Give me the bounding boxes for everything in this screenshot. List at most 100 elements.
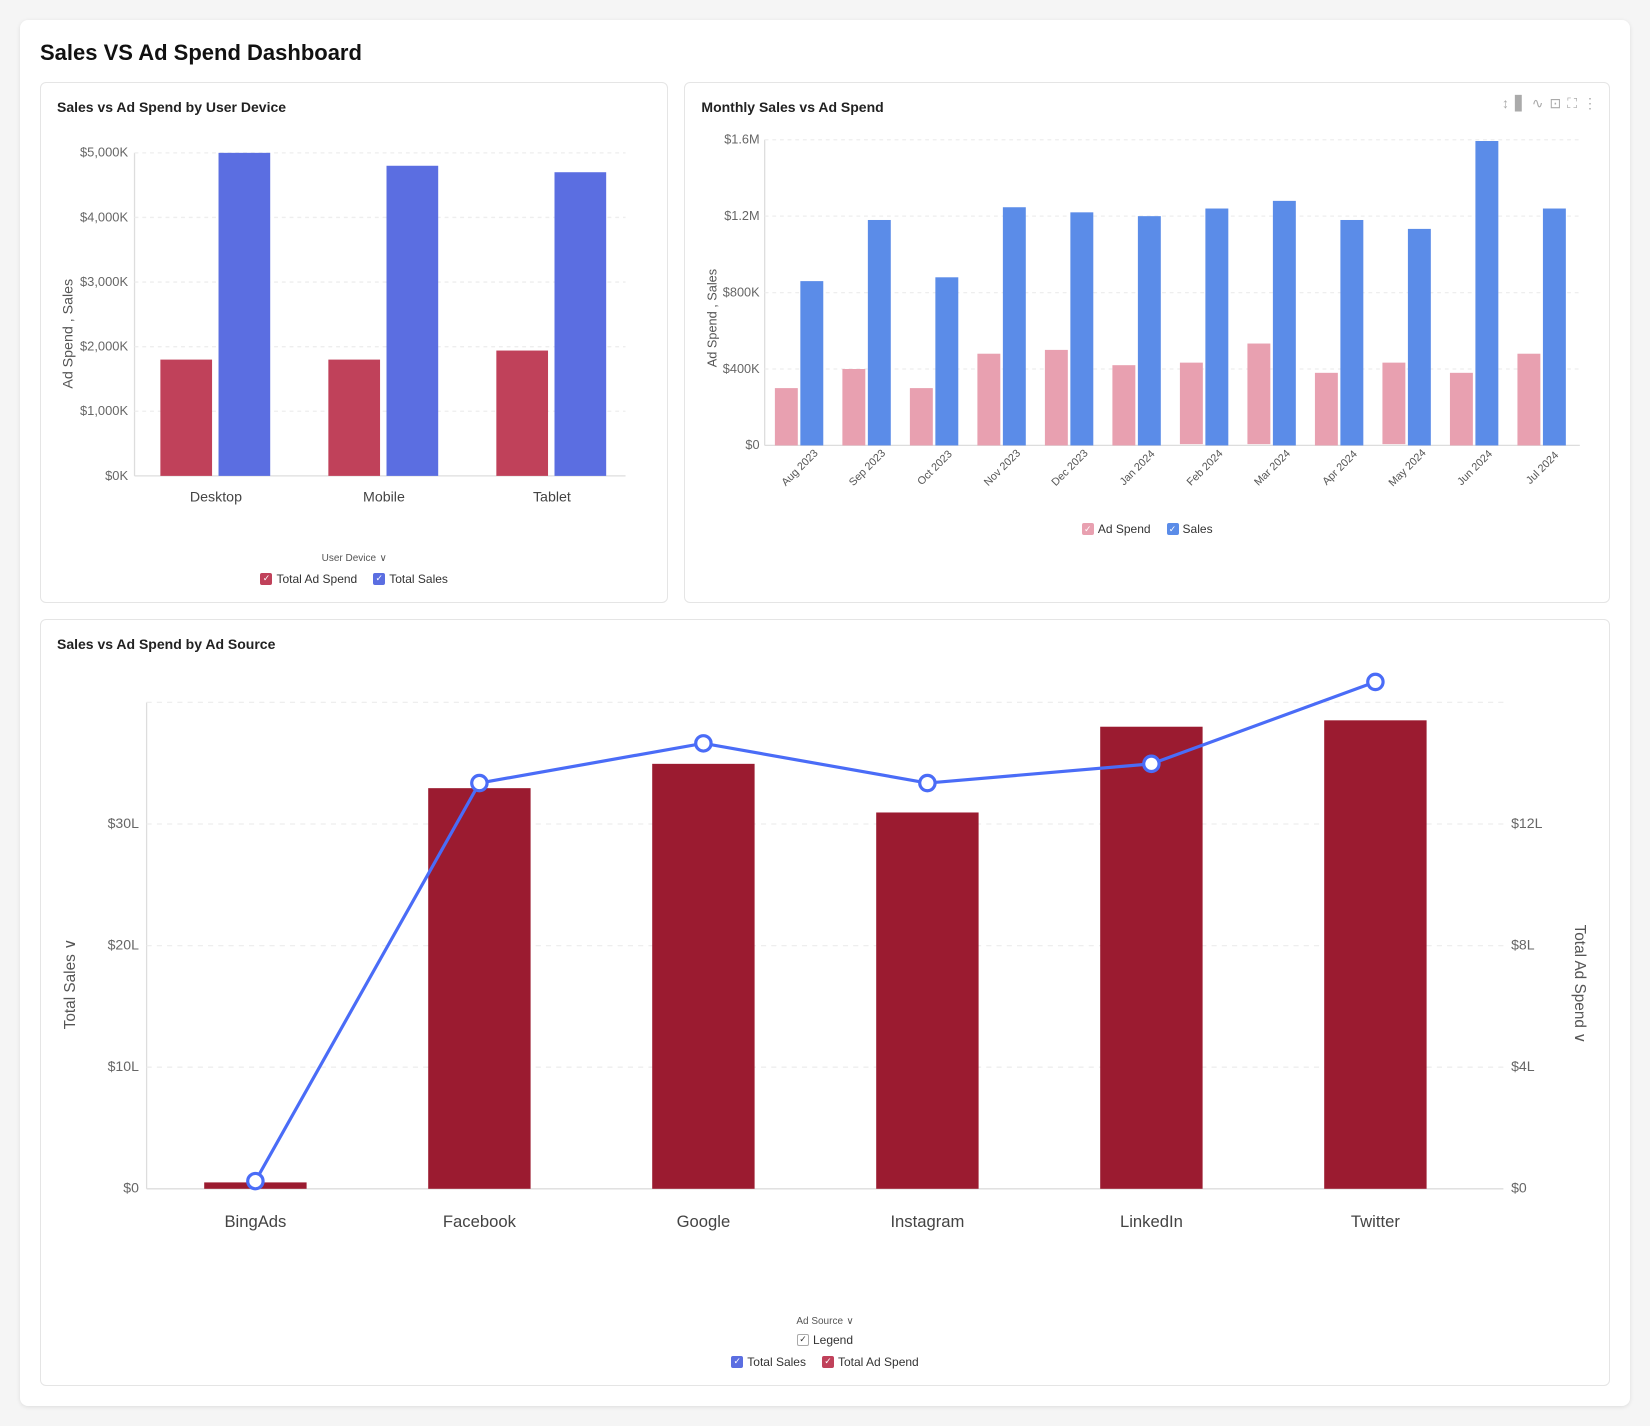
legend-item-totaladspend: ✓ Total Ad Spend <box>822 1355 919 1369</box>
dashboard-title: Sales VS Ad Spend Dashboard <box>40 40 1610 66</box>
chart3-area: Total Sales ∨ Total Ad Spend ∨ $0 $10L $… <box>57 664 1593 1309</box>
bar-tablet-sales <box>554 172 606 476</box>
bar-chart-icon[interactable]: ▋ <box>1515 95 1526 112</box>
svg-text:$8L: $8L <box>1511 936 1535 952</box>
bar-desktop-sales <box>219 153 271 476</box>
legend-label: Legend <box>813 1333 853 1347</box>
svg-text:Jul 2024: Jul 2024 <box>1524 449 1561 486</box>
fullscreen-icon[interactable]: ⛶ <box>1567 95 1577 112</box>
bar-google-sales <box>652 763 754 1188</box>
svg-text:$3,000K: $3,000K <box>80 274 128 289</box>
svg-text:Desktop: Desktop <box>190 490 242 506</box>
chart1-x-axis-label: User Device ∨ <box>57 550 651 564</box>
sort-icon[interactable]: ↕ <box>1502 95 1509 112</box>
svg-text:$30L: $30L <box>108 814 139 830</box>
legend-label-sales2: Sales <box>1183 522 1213 536</box>
svg-text:$20L: $20L <box>108 936 139 952</box>
chart1-legend: ✓ Total Ad Spend ✓ Total Sales <box>57 572 651 586</box>
legend-label-adspend: Total Ad Spend <box>276 572 357 586</box>
svg-text:Jun 2024: Jun 2024 <box>1456 448 1496 488</box>
bar-mobile-sales <box>387 166 439 476</box>
svg-text:Ad Spend , Sales: Ad Spend , Sales <box>705 269 720 367</box>
more-icon[interactable]: ⋮ <box>1583 95 1597 112</box>
chart2-title: Monthly Sales vs Ad Spend <box>701 99 1593 115</box>
legend-checkbox-sales2: ✓ <box>1167 523 1179 535</box>
chart-panel-device: Sales vs Ad Spend by User Device Ad Spen… <box>40 82 668 603</box>
legend-item-adspend2: ✓ Ad Spend <box>1082 522 1151 536</box>
svg-text:May 2024: May 2024 <box>1387 447 1429 489</box>
chart3-legend: ✓ Total Sales ✓ Total Ad Spend <box>57 1355 1593 1369</box>
svg-text:Google: Google <box>677 1212 731 1231</box>
line-chart-icon[interactable]: ∿ <box>1532 95 1544 112</box>
legend-item-sales: ✓ Total Sales <box>373 572 448 586</box>
svg-text:Tablet: Tablet <box>533 490 571 506</box>
bar-tablet-adspend <box>496 351 548 476</box>
svg-text:Oct 2023: Oct 2023 <box>916 448 956 488</box>
svg-text:Aug 2023: Aug 2023 <box>780 447 821 488</box>
svg-text:Mar 2024: Mar 2024 <box>1253 448 1294 489</box>
legend-checkbox-totaladspend: ✓ <box>822 1356 834 1368</box>
legend-label-sales: Total Sales <box>389 572 448 586</box>
legend-label-totalsales: Total Sales <box>747 1355 806 1369</box>
legend-label-adspend2: Ad Spend <box>1098 522 1151 536</box>
svg-text:Instagram: Instagram <box>890 1212 964 1231</box>
chart2-legend: ✓ Ad Spend ✓ Sales <box>701 522 1593 536</box>
legend-item-totalsales: ✓ Total Sales <box>731 1355 806 1369</box>
legend-checkbox-sales: ✓ <box>373 573 385 585</box>
legend-checkbox-adspend2: ✓ <box>1082 523 1094 535</box>
point-linkedin <box>1144 756 1159 771</box>
svg-text:$0: $0 <box>123 1179 139 1195</box>
svg-text:$0: $0 <box>1511 1179 1527 1195</box>
svg-text:$2,000K: $2,000K <box>80 339 128 354</box>
svg-text:Facebook: Facebook <box>443 1212 517 1231</box>
svg-text:$400K: $400K <box>723 361 760 376</box>
svg-text:$10L: $10L <box>108 1058 139 1074</box>
svg-text:Twitter: Twitter <box>1351 1212 1400 1231</box>
svg-text:LinkedIn: LinkedIn <box>1120 1212 1183 1231</box>
point-bingads <box>248 1173 263 1188</box>
legend-label-totaladspend: Total Ad Spend <box>838 1355 919 1369</box>
svg-text:$5,000K: $5,000K <box>80 145 128 160</box>
chart-panel-monthly: Monthly Sales vs Ad Spend ↕ ▋ ∿ ⊡ ⛶ ⋮ Ad… <box>684 82 1610 603</box>
chart-panel-adsource: Sales vs Ad Spend by Ad Source Total Sal… <box>40 619 1610 1386</box>
legend-checkbox-totalsales: ✓ <box>731 1356 743 1368</box>
svg-text:$4L: $4L <box>1511 1058 1535 1074</box>
svg-text:Apr 2024: Apr 2024 <box>1321 448 1361 488</box>
point-twitter <box>1368 674 1383 689</box>
legend-item-sales2: ✓ Sales <box>1167 522 1213 536</box>
bar-twitter-sales <box>1324 720 1426 1188</box>
legend-checkbox-adspend: ✓ <box>260 573 272 585</box>
line-adspend <box>255 681 1375 1180</box>
point-facebook <box>472 775 487 790</box>
svg-text:BingAds: BingAds <box>224 1212 286 1231</box>
bar-linkedin-sales <box>1100 726 1202 1188</box>
svg-text:$1,000K: $1,000K <box>80 403 128 418</box>
legend-item-adspend: ✓ Total Ad Spend <box>260 572 357 586</box>
svg-text:Mobile: Mobile <box>363 490 405 506</box>
svg-text:Jan 2024: Jan 2024 <box>1118 448 1158 488</box>
svg-text:$1.6M: $1.6M <box>725 132 760 147</box>
svg-text:Sep 2023: Sep 2023 <box>847 447 888 488</box>
chart3-x-axis-label: Ad Source ∨ <box>57 1313 1593 1327</box>
svg-text:Ad Spend , Sales: Ad Spend , Sales <box>61 279 77 389</box>
svg-text:Feb 2024: Feb 2024 <box>1185 448 1226 489</box>
chart1-svg: Ad Spend , Sales $0K $1,000K $2,000K $3,… <box>57 127 651 541</box>
chart2-svg: Ad Spend , Sales $0 $400K $800K $1.2M $1… <box>701 127 1593 509</box>
bar-mobile-adspend <box>328 360 380 476</box>
svg-text:$0: $0 <box>746 437 760 452</box>
chart1-area: Ad Spend , Sales $0K $1,000K $2,000K $3,… <box>57 127 651 546</box>
svg-text:$1.2M: $1.2M <box>725 208 760 223</box>
bar-desktop-adspend <box>160 360 212 476</box>
chart3-legend-header: ✓ Legend <box>57 1333 1593 1347</box>
point-instagram <box>920 775 935 790</box>
svg-text:Dec 2023: Dec 2023 <box>1050 447 1091 488</box>
bar-instagram-sales <box>876 812 978 1188</box>
chart3-title: Sales vs Ad Spend by Ad Source <box>57 636 1593 652</box>
chart2-icons: ↕ ▋ ∿ ⊡ ⛶ ⋮ <box>1502 95 1597 112</box>
svg-text:Nov 2023: Nov 2023 <box>982 447 1023 488</box>
expand-icon[interactable]: ⊡ <box>1549 95 1561 112</box>
svg-text:Total Ad Spend ∨: Total Ad Spend ∨ <box>1571 924 1588 1043</box>
svg-text:$4,000K: $4,000K <box>80 209 128 224</box>
chart3-svg: Total Sales ∨ Total Ad Spend ∨ $0 $10L $… <box>57 664 1593 1304</box>
top-row: Sales vs Ad Spend by User Device Ad Spen… <box>40 82 1610 603</box>
